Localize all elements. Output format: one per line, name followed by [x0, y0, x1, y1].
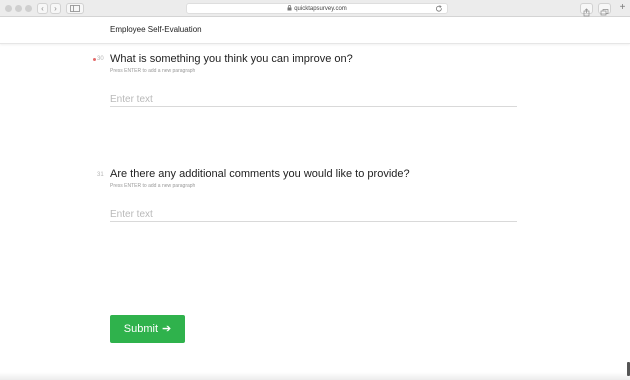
question-text: What is something you think you can impr… — [110, 53, 353, 65]
sidebar-icon[interactable] — [66, 3, 84, 14]
new-tab-icon[interactable]: + — [617, 3, 628, 14]
reload-icon[interactable] — [435, 5, 443, 13]
back-icon[interactable]: ‹ — [37, 3, 48, 14]
question-hint: Press ENTER to add a new paragraph — [110, 183, 196, 189]
tabs-icon[interactable] — [598, 3, 611, 16]
question-text: Are there any additional comments you wo… — [110, 168, 410, 180]
question-hint: Press ENTER to add a new paragraph — [110, 68, 196, 74]
page-title: Employee Self-Evaluation — [110, 25, 202, 34]
app-header: Employee Self-Evaluation — [0, 17, 630, 44]
forward-icon[interactable]: › — [50, 3, 61, 14]
window-bottom-edge — [0, 372, 630, 380]
question-number: 30 — [97, 56, 104, 62]
url-text: quicktapsurvey.com — [294, 6, 347, 12]
required-indicator — [93, 58, 96, 61]
submit-label: Submit — [123, 323, 159, 335]
arrow-right-icon: ➔ — [162, 323, 172, 335]
share-icon[interactable] — [580, 3, 593, 17]
lock-icon — [287, 5, 292, 11]
minimize-window-icon[interactable] — [15, 5, 22, 12]
answer-input[interactable] — [110, 208, 517, 222]
question-number: 31 — [97, 172, 104, 178]
address-bar[interactable]: quicktapsurvey.com — [186, 3, 448, 14]
answer-input[interactable] — [110, 93, 517, 107]
close-window-icon[interactable] — [5, 5, 12, 12]
zoom-window-icon[interactable] — [25, 5, 32, 12]
browser-toolbar: ‹ › quicktapsurvey.com + — [0, 0, 630, 17]
submit-button[interactable]: Submit ➔ — [110, 315, 185, 343]
